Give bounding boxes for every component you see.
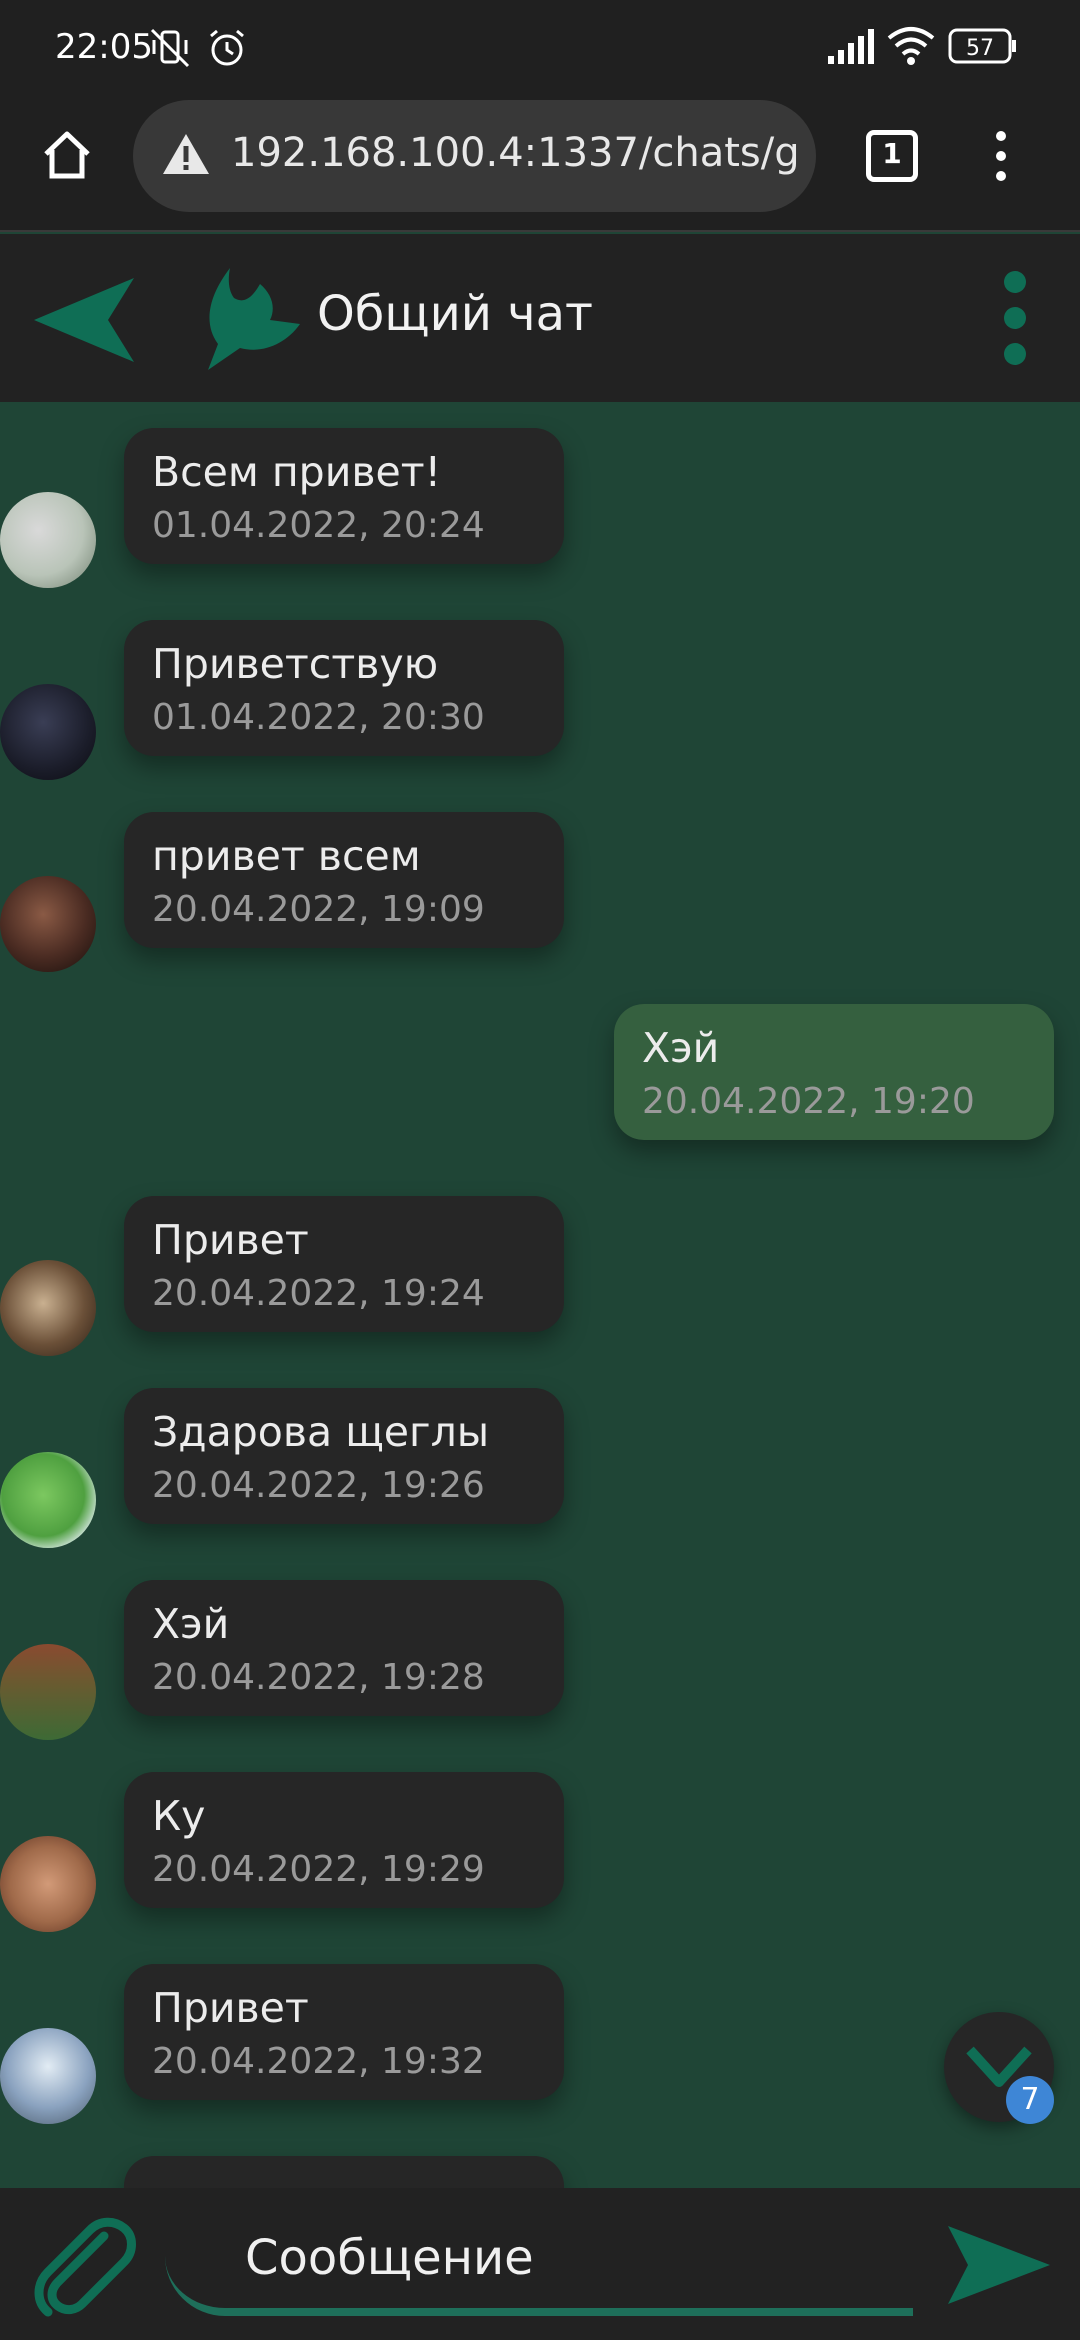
message-row: Здарова щеглы 20.04.2022, 19:26: [0, 1388, 1080, 1548]
status-bar: 22:05 57: [0, 0, 1080, 96]
message-text: привет всем: [152, 832, 421, 880]
message-row: Привет 20.04.2022, 19:24: [0, 1196, 1080, 1356]
status-time: 22:05: [55, 27, 153, 67]
user-avatar[interactable]: [0, 1452, 96, 1548]
wifi-icon: [887, 27, 935, 65]
message-row: Всем привет! 01.04.2022, 20:24: [0, 428, 1080, 588]
message-bubble[interactable]: Хэй 20.04.2022, 19:28: [124, 1580, 564, 1716]
address-bar[interactable]: 192.168.100.4:1337/chats/g: [133, 100, 816, 212]
message-time: 20.04.2022, 19:26: [152, 1465, 485, 1506]
unread-count-badge: 7: [1006, 2076, 1054, 2124]
message-text: Здарова щеглы: [152, 1408, 490, 1456]
user-avatar[interactable]: [0, 492, 96, 588]
warning-icon: [163, 134, 209, 174]
message-input[interactable]: [165, 2208, 913, 2316]
message-text: Хэй: [152, 1600, 230, 1648]
battery-icon: 57: [948, 28, 1016, 64]
vibrate-off-icon: [150, 28, 190, 68]
message-row: Хэй 20.04.2022, 19:28: [0, 1580, 1080, 1740]
user-avatar[interactable]: [0, 1644, 96, 1740]
paperclip-icon[interactable]: [28, 2214, 138, 2324]
tabs-button[interactable]: 1: [866, 130, 918, 182]
user-avatar[interactable]: [0, 684, 96, 780]
message-row: привет всем 20.04.2022, 19:09: [0, 812, 1080, 972]
message-time: 20.04.2022, 19:20: [642, 1081, 975, 1122]
bird-logo-icon: [208, 268, 300, 370]
browser-menu-icon[interactable]: [986, 126, 1016, 186]
message-bubble[interactable]: Ку 20.04.2022, 19:29: [124, 1772, 564, 1908]
user-avatar[interactable]: [0, 2028, 96, 2124]
message-composer: [0, 2188, 1080, 2340]
message-row-own: Хэй 20.04.2022, 19:20: [0, 1004, 1080, 1164]
chat-title: Общий чат: [317, 286, 593, 342]
message-list[interactable]: Всем привет! 01.04.2022, 20:24 Приветств…: [0, 402, 1080, 2188]
message-bubble[interactable]: Привет 20.04.2022, 19:32: [124, 1964, 564, 2100]
message-time: 20.04.2022, 19:09: [152, 889, 485, 930]
message-time: 20.04.2022, 19:32: [152, 2041, 485, 2082]
own-message-bubble[interactable]: Хэй 20.04.2022, 19:20: [614, 1004, 1054, 1140]
browser-toolbar: 192.168.100.4:1337/chats/g 1: [0, 96, 1080, 232]
message-text: Привет: [152, 1984, 309, 2032]
alarm-icon: [210, 29, 244, 66]
user-avatar[interactable]: [0, 876, 96, 972]
scroll-down-button[interactable]: 7: [944, 2012, 1054, 2124]
send-icon[interactable]: [946, 2224, 1052, 2306]
battery-level: 57: [966, 36, 994, 61]
message-time: 20.04.2022, 19:24: [152, 1273, 485, 1314]
message-text: Ку: [152, 1792, 206, 1840]
chat-menu-icon[interactable]: [1000, 268, 1030, 368]
message-bubble[interactable]: Привет 20.04.2022, 19:24: [124, 1196, 564, 1332]
message-row: Ку 20.04.2022, 19:29: [0, 1772, 1080, 1932]
message-row: Привет 20.04.2022, 19:32: [0, 1964, 1080, 2124]
message-time: 01.04.2022, 20:30: [152, 697, 485, 738]
message-time: 01.04.2022, 20:24: [152, 505, 485, 546]
home-icon[interactable]: [38, 126, 96, 184]
back-arrow-icon[interactable]: [30, 274, 138, 366]
message-row: Приветствую 01.04.2022, 20:30: [0, 620, 1080, 780]
message-text: Хэй: [642, 1024, 720, 1072]
message-bubble[interactable]: привет всем 20.04.2022, 19:09: [124, 812, 564, 948]
message-bubble[interactable]: Здарова щеглы 20.04.2022, 19:26: [124, 1388, 564, 1524]
message-time: 20.04.2022, 19:28: [152, 1657, 485, 1698]
user-avatar[interactable]: [0, 1260, 96, 1356]
message-text: Всем привет!: [152, 448, 442, 496]
user-avatar[interactable]: [0, 1836, 96, 1932]
message-time: 20.04.2022, 19:29: [152, 1849, 485, 1890]
message-bubble[interactable]: Всем привет! 01.04.2022, 20:24: [124, 428, 564, 564]
chat-header: Общий чат: [0, 234, 1080, 402]
message-text: Привет: [152, 1216, 309, 1264]
message-bubble-partial[interactable]: [124, 2156, 564, 2188]
url-text: 192.168.100.4:1337/chats/g: [231, 130, 800, 176]
tab-count: 1: [882, 137, 902, 170]
message-text: Приветствую: [152, 640, 439, 688]
chat-screen: 22:05 57 192.168.100.4:1337/chats/g 1 Об…: [0, 0, 1080, 2340]
signal-icon: [828, 29, 874, 64]
message-bubble[interactable]: Приветствую 01.04.2022, 20:30: [124, 620, 564, 756]
